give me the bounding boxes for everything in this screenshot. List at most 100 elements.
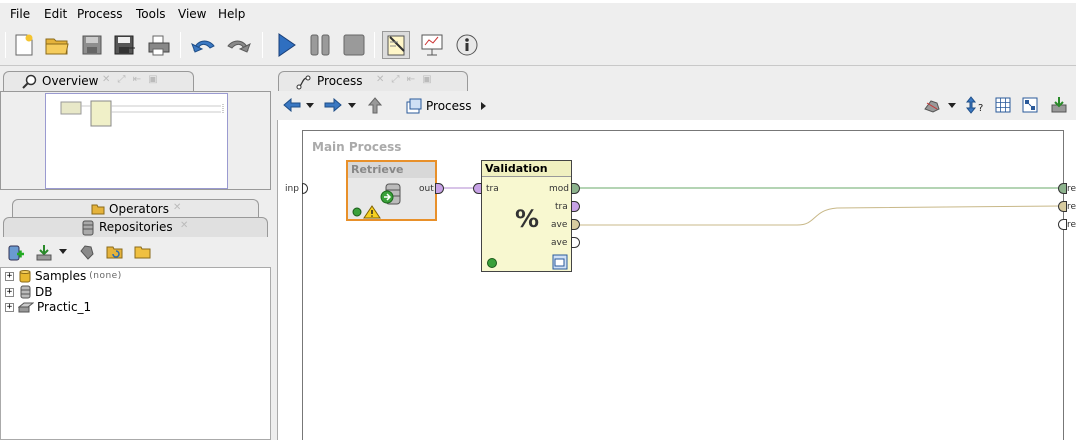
status-indicators [352,205,381,219]
drive-icon [18,302,34,313]
tab-operators[interactable]: Operators ✕ [12,199,259,218]
result-port-label-1: re [1067,184,1076,194]
percent-icon: % [515,205,540,233]
add-repository-icon[interactable] [7,244,25,262]
toolbar-separator [180,32,181,58]
save-as-icon[interactable] [111,31,139,59]
breadcrumb-process[interactable]: Process [426,99,472,113]
result-port-label-3: re [1067,220,1076,230]
overview-panel [0,91,271,190]
tree-item-samples[interactable]: + Samples (none) [5,268,122,284]
port-label-tra-out: tra [555,202,568,212]
menu-view[interactable]: View [178,7,206,21]
result-port-3[interactable] [1058,219,1067,230]
validation-input-port[interactable] [473,183,482,194]
overview-miniature [60,100,224,127]
expand-icon[interactable]: + [5,271,14,281]
operator-title: Retrieve [348,162,435,178]
operators-tab-label: Operators [109,202,169,216]
new-folder-icon[interactable] [134,243,152,261]
operators-close-icon[interactable]: ✕ [173,202,183,213]
svg-text:?: ? [978,103,983,114]
back-dropdown-icon[interactable] [306,103,315,109]
process-input-label: inp [285,184,299,194]
save-icon[interactable] [78,31,106,59]
overview-viewport[interactable] [45,93,228,189]
export-process-icon[interactable] [1050,96,1068,114]
dropdown-arrow-icon[interactable] [58,248,68,256]
result-perspective-icon[interactable] [418,31,446,59]
open-icon[interactable] [43,31,71,59]
toolbar-separator [374,32,375,58]
forward-arrow-icon[interactable] [324,98,342,112]
cylinder-icon [19,270,31,283]
tab-controls[interactable]: ✕ ⤢ ⇤ ▣ [102,74,160,85]
process-navigation-bar: Process ? [277,92,1076,120]
wire-dropdown-icon[interactable] [948,103,957,109]
repositories-close-icon[interactable]: ✕ [180,220,190,231]
magnifier-icon [22,74,37,89]
operators-folder-icon [91,204,105,215]
tab-controls[interactable]: ✕ ⤢ ⇤ ▣ [376,74,434,85]
auto-wire-icon[interactable] [923,97,941,113]
repository-icon [82,220,94,236]
tab-process[interactable]: Process ✕ ⤢ ⇤ ▣ [278,71,468,91]
tab-overview[interactable]: Overview ✕ ⤢ ⇤ ▣ [3,71,194,91]
menu-tools[interactable]: Tools [136,7,166,21]
import-data-icon[interactable] [35,243,53,261]
execution-order-icon[interactable]: ? [966,96,986,114]
undo-icon[interactable] [190,31,218,59]
redo-icon[interactable] [224,31,252,59]
toolbar-separator [262,32,263,58]
new-icon[interactable] [10,31,38,59]
tab-repositories[interactable]: Repositories ✕ [3,217,268,237]
pause-icon[interactable] [306,31,334,59]
port-label-mod: mod [549,184,569,194]
overview-tab-label: Overview [42,74,99,88]
menu-bar: File Edit Process Tools View Help [0,0,1076,24]
expand-icon[interactable]: + [5,302,14,312]
main-toolbar [0,24,1076,66]
expand-icon[interactable]: + [5,287,14,297]
tree-item-label: Samples [35,269,87,283]
menu-process[interactable]: Process [77,7,123,21]
breadcrumb-chevron-icon [481,102,486,110]
menu-help[interactable]: Help [218,7,245,21]
connection-performance-to-result[interactable] [577,205,1063,226]
design-perspective-icon[interactable] [382,31,410,59]
up-arrow-icon[interactable] [368,97,382,114]
toolbar-separator [5,32,6,58]
subprocess-icon [406,98,422,114]
menu-edit[interactable]: Edit [44,7,67,21]
operator-title: Validation [482,161,571,177]
result-port-2[interactable] [1058,201,1067,212]
operator-retrieve[interactable]: Retrieve out [346,160,437,221]
database-icon [20,285,31,299]
tree-item-label: Practic_1 [37,300,92,314]
welcome-perspective-icon[interactable] [453,31,481,59]
port-label-tra-in: tra [486,184,499,194]
status-ok-icon [487,258,497,268]
run-icon[interactable] [272,31,300,59]
tree-item-db[interactable]: + DB [5,284,52,300]
grid-view-icon[interactable] [995,97,1011,113]
refresh-folder-icon[interactable] [106,243,124,261]
result-port-1[interactable] [1058,183,1067,194]
result-port-label-2: re [1067,202,1076,212]
repository-tree: + Samples (none) + DB + Practic_1 [0,267,271,440]
operator-validation[interactable]: Validation tra mod tra ave ave % [481,160,572,272]
back-arrow-icon[interactable] [283,98,301,112]
open-in-process-icon[interactable] [78,243,96,261]
forward-dropdown-icon[interactable] [348,103,357,109]
tree-item-meta: (none) [89,271,122,281]
tree-item-practic[interactable]: + Practic_1 [5,299,91,315]
status-ok-icon [352,207,362,217]
tree-item-label: DB [35,285,53,299]
subprocess-icon[interactable] [552,254,568,270]
stop-icon[interactable] [340,31,368,59]
repositories-tab-label: Repositories [99,220,173,234]
arrange-operators-icon[interactable] [1022,97,1038,113]
menu-file[interactable]: File [10,7,30,21]
repository-toolbar [0,237,271,267]
print-icon[interactable] [145,31,173,59]
